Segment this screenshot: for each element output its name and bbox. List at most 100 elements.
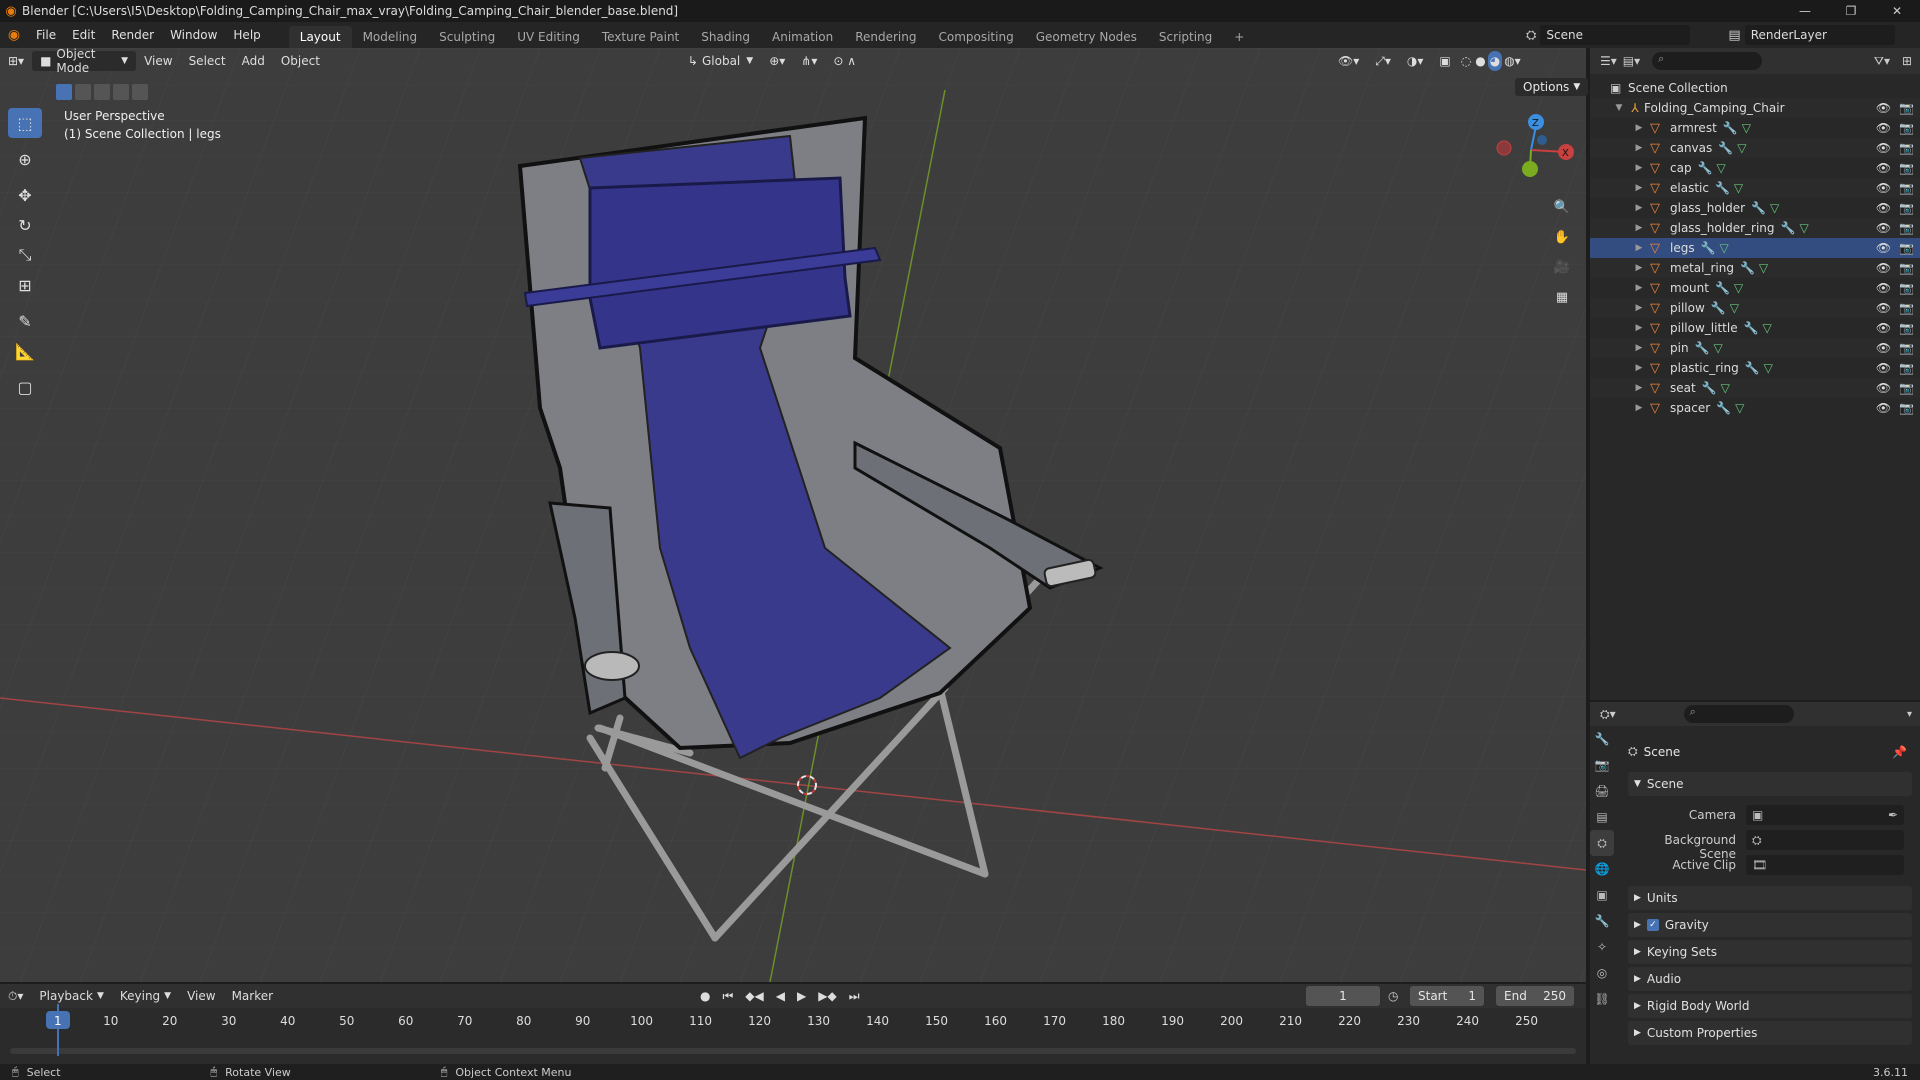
menu-edit[interactable]: Edit — [64, 22, 103, 48]
expand-icon[interactable]: ▶ — [1632, 243, 1646, 253]
snap-icon[interactable]: ⋔▾ — [793, 51, 825, 71]
proportional-edit-icon[interactable]: ⊙ ∧ — [825, 51, 864, 71]
outliner-object-row[interactable]: ▶ ▽ pillow_little 🔧 ▽ 👁 📷 — [1590, 318, 1920, 338]
mesh-data-icon[interactable]: ▽ — [1730, 301, 1739, 315]
expand-icon[interactable]: ▶ — [1632, 143, 1646, 153]
camera-icon[interactable]: 📷 — [1899, 241, 1914, 255]
mesh-data-icon[interactable]: ▽ — [1717, 161, 1726, 175]
outliner-object-row[interactable]: ▶ ▽ spacer 🔧 ▽ 👁 📷 — [1590, 398, 1920, 418]
mesh-data-icon[interactable]: ▽ — [1734, 181, 1743, 195]
camera-icon[interactable]: 📷 — [1899, 381, 1914, 395]
prev-keyframe-icon[interactable]: ◆◀ — [745, 989, 763, 1003]
eyedropper-icon[interactable]: ✒ — [1888, 808, 1898, 822]
properties-section-units[interactable]: ▶ Units — [1628, 886, 1912, 910]
gravity-checkbox[interactable]: ✓ — [1646, 919, 1659, 931]
modifier-icon[interactable]: 🔧 — [1740, 261, 1755, 275]
expand-icon[interactable]: ▶ — [1632, 323, 1646, 333]
eye-icon[interactable]: 👁 — [1876, 401, 1891, 415]
end-frame-field[interactable]: End 250 — [1496, 986, 1574, 1006]
expand-icon[interactable]: ▶ — [1632, 263, 1646, 273]
record-icon[interactable]: ● — [700, 989, 710, 1003]
mesh-data-icon[interactable]: ▽ — [1734, 281, 1743, 295]
menu-timeline-view[interactable]: View — [179, 986, 223, 1006]
camera-icon[interactable]: 📷 — [1899, 341, 1914, 355]
blender-menu-icon[interactable]: ◉ — [0, 27, 28, 43]
eye-icon[interactable]: 👁 — [1876, 221, 1891, 235]
constraints-tab-icon[interactable]: ⛓ — [1590, 986, 1614, 1012]
properties-section-audio[interactable]: ▶ Audio — [1628, 967, 1912, 991]
camera-icon[interactable]: 📷 — [1899, 321, 1914, 335]
modifier-icon[interactable]: 🔧 — [1716, 401, 1731, 415]
mesh-data-icon[interactable]: ▽ — [1770, 201, 1779, 215]
modifier-icon[interactable]: 🔧 — [1715, 181, 1730, 195]
outliner-object-row[interactable]: ▶ ▽ cap 🔧 ▽ 👁 📷 — [1590, 158, 1920, 178]
camera-icon[interactable]: 📷 — [1899, 401, 1914, 415]
outliner-object-row[interactable]: ▶ ▽ mount 🔧 ▽ 👁 📷 — [1590, 278, 1920, 298]
camera-icon[interactable]: 📷 — [1899, 261, 1914, 275]
expand-icon[interactable]: ▶ — [1632, 383, 1646, 393]
properties-editor-icon[interactable]: ⛭▾ — [1600, 707, 1616, 722]
menu-object[interactable]: Object — [273, 51, 328, 71]
wireframe-shading-icon[interactable]: ◌ — [1459, 51, 1473, 71]
mode-dropdown[interactable]: ■ Object Mode ▼ — [32, 47, 137, 75]
camera-icon[interactable]: 📷 — [1899, 141, 1914, 155]
expand-icon[interactable]: ▶ — [1632, 303, 1646, 313]
next-keyframe-icon[interactable]: ▶◆ — [818, 989, 836, 1003]
eye-icon[interactable]: 👁 — [1876, 101, 1891, 115]
modifier-icon[interactable]: 🔧 — [1695, 341, 1710, 355]
select-extend-icon[interactable] — [75, 84, 91, 100]
modifier-icon[interactable]: 🔧 — [1718, 141, 1733, 155]
mesh-data-icon[interactable]: ▽ — [1721, 381, 1730, 395]
tab-animation[interactable]: Animation — [761, 26, 844, 48]
material-shading-icon[interactable]: ◕ — [1487, 51, 1503, 71]
measure-tool-icon[interactable]: 📐 — [8, 336, 42, 366]
scene-selector[interactable]: Scene — [1540, 25, 1691, 45]
outliner-object-row[interactable]: ▶ ▽ pin 🔧 ▽ 👁 📷 — [1590, 338, 1920, 358]
transform-tool-icon[interactable]: ⊞ — [8, 270, 42, 300]
tab-modeling[interactable]: Modeling — [352, 26, 429, 48]
modifier-icon[interactable]: 🔧 — [1701, 241, 1716, 255]
modifier-icon[interactable]: 🔧 — [1715, 281, 1730, 295]
camera-icon[interactable]: 📷 — [1899, 161, 1914, 175]
overlay-icon[interactable]: ◑▾ — [1399, 51, 1432, 71]
eye-icon[interactable]: 👁 — [1876, 141, 1891, 155]
select-subtract-icon[interactable] — [94, 84, 110, 100]
options-dropdown[interactable]: Options ▼ — [1515, 78, 1589, 96]
pivot-icon[interactable]: ⊕▾ — [761, 51, 793, 71]
properties-search-input[interactable]: ⌕ — [1683, 705, 1794, 723]
outliner-object-row[interactable]: ▶ ▽ elastic 🔧 ▽ 👁 📷 — [1590, 178, 1920, 198]
eye-icon[interactable]: 👁 — [1876, 121, 1891, 135]
modifier-icon[interactable]: 🔧 — [1781, 221, 1796, 235]
menu-add[interactable]: Add — [234, 51, 273, 71]
physics-tab-icon[interactable]: ◎ — [1590, 960, 1614, 986]
camera-field[interactable]: ▣ ✒ — [1746, 805, 1904, 825]
select-box-tool-icon[interactable]: ⬚ — [8, 108, 42, 138]
eye-icon[interactable]: 👁 — [1876, 321, 1891, 335]
mesh-data-icon[interactable]: ▽ — [1737, 141, 1746, 155]
outliner-object-row[interactable]: ▶ ▽ canvas 🔧 ▽ 👁 📷 — [1590, 138, 1920, 158]
pin-icon[interactable]: 📌 — [1892, 745, 1907, 759]
xray-icon[interactable]: ▣ — [1431, 51, 1458, 71]
camera-view-icon[interactable]: 🎥 — [1549, 254, 1575, 280]
menu-render[interactable]: Render — [103, 22, 162, 48]
mesh-data-icon[interactable]: ▽ — [1763, 321, 1772, 335]
camera-icon[interactable]: 📷 — [1899, 281, 1914, 295]
tab-layout[interactable]: Layout — [288, 26, 352, 48]
current-frame-field[interactable]: 1 — [1306, 986, 1380, 1006]
scale-tool-icon[interactable]: ⤡ — [8, 240, 42, 270]
filter-icon[interactable]: ⛛▾ — [1874, 54, 1890, 69]
minimize-button[interactable]: — — [1782, 0, 1828, 22]
expand-icon[interactable]: ▶ — [1632, 123, 1646, 133]
modifier-tab-icon[interactable]: 🔧 — [1590, 908, 1614, 934]
world-tab-icon[interactable]: 🌐 — [1590, 856, 1614, 882]
object-tab-icon[interactable]: ▣ — [1590, 882, 1614, 908]
outliner-object-row[interactable]: ▶ ▽ seat 🔧 ▽ 👁 📷 — [1590, 378, 1920, 398]
mesh-data-icon[interactable]: ▽ — [1735, 401, 1744, 415]
tab-geometry-nodes[interactable]: Geometry Nodes — [1025, 26, 1148, 48]
outliner-object-row[interactable]: ▶ ▽ plastic_ring 🔧 ▽ 👁 📷 — [1590, 358, 1920, 378]
mesh-data-icon[interactable]: ▽ — [1764, 361, 1773, 375]
select-new-icon[interactable] — [56, 84, 72, 100]
expand-icon[interactable]: ▶ — [1632, 343, 1646, 353]
scene-panel-header[interactable]: ▼ Scene — [1628, 772, 1912, 796]
expand-icon[interactable]: ▶ — [1632, 223, 1646, 233]
